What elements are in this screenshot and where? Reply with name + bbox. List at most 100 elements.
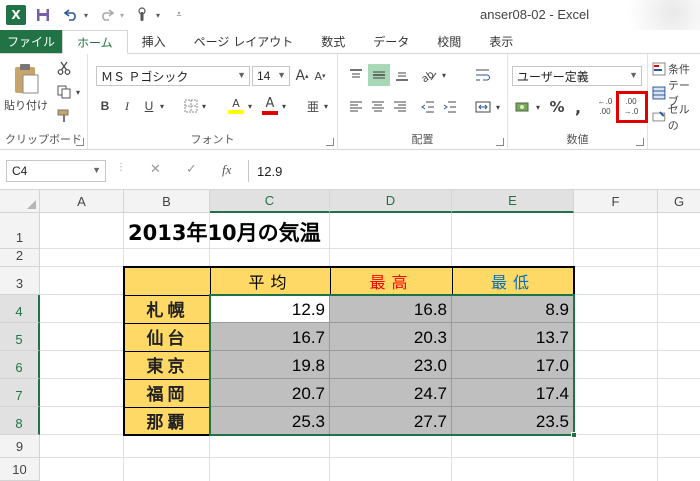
accounting-format-icon[interactable]	[512, 96, 534, 118]
header-min-cell[interactable]: 最低	[452, 267, 574, 296]
data-cell-c6[interactable]: 19.8	[210, 351, 330, 379]
data-cell-e8[interactable]: 23.5	[452, 407, 574, 435]
underline-dropdown-icon[interactable]: ▾	[158, 96, 166, 116]
column-header-g[interactable]: G	[658, 190, 700, 213]
undo-icon[interactable]	[60, 4, 82, 26]
copy-dropdown-icon[interactable]: ▾	[73, 84, 83, 100]
fill-color-icon[interactable]: A	[226, 94, 246, 118]
cut-icon[interactable]	[54, 58, 74, 78]
font-color-icon[interactable]: A	[260, 94, 280, 118]
row-header-6[interactable]: 6	[0, 351, 40, 379]
number-launcher-icon[interactable]	[636, 138, 644, 146]
tab-review[interactable]: 校閲	[423, 30, 475, 53]
phonetic-dropdown-icon[interactable]: ▾	[322, 96, 330, 116]
row-header-3[interactable]: 3	[0, 267, 40, 295]
column-header-a[interactable]: A	[40, 190, 124, 213]
data-cell-e6[interactable]: 17.0	[452, 351, 574, 379]
enter-icon[interactable]: ✓	[186, 162, 197, 177]
city-cell-tokyo[interactable]: 東京	[124, 351, 211, 380]
column-header-e[interactable]: E	[452, 190, 574, 213]
cancel-icon[interactable]: ✕	[150, 162, 161, 177]
row-header-1[interactable]: 1	[0, 213, 40, 249]
worksheet-grid[interactable]: A B C D E F G 1 2 3 4 5 6 7 8 9 10 2013年…	[0, 190, 700, 481]
city-cell-sapporo[interactable]: 札幌	[124, 295, 211, 324]
copy-icon[interactable]	[54, 82, 74, 102]
align-top-icon[interactable]	[346, 64, 366, 86]
tab-home[interactable]: ホーム	[62, 30, 128, 54]
data-cell-d6[interactable]: 23.0	[330, 351, 452, 379]
column-header-f[interactable]: F	[574, 190, 658, 213]
data-cell-e4[interactable]: 8.9	[452, 295, 574, 323]
name-box[interactable]: C4 ▼	[6, 160, 106, 182]
borders-icon[interactable]	[182, 96, 200, 116]
header-corner-cell[interactable]	[124, 267, 211, 296]
percent-style-button[interactable]: %	[548, 96, 566, 118]
grow-font-button[interactable]: A ▴	[294, 66, 310, 86]
font-size-select[interactable]: 14 ▼	[252, 66, 290, 86]
data-cell-c8[interactable]: 25.3	[210, 407, 330, 435]
merge-center-icon[interactable]	[472, 96, 494, 118]
customize-qat-icon[interactable]: ⩡	[168, 4, 190, 26]
merge-dropdown-icon[interactable]: ▾	[494, 98, 502, 116]
row-header-10[interactable]: 10	[0, 458, 40, 481]
data-cell-c7[interactable]: 20.7	[210, 379, 330, 407]
data-cell-e7[interactable]: 17.4	[452, 379, 574, 407]
tab-file[interactable]: ファイル	[0, 30, 62, 53]
data-cell-d4[interactable]: 16.8	[330, 295, 452, 323]
font-launcher-icon[interactable]	[326, 138, 334, 146]
number-format-select[interactable]: ユーザー定義 ▼	[512, 66, 642, 86]
row-header-7[interactable]: 7	[0, 379, 40, 407]
data-cell-c5[interactable]: 16.7	[210, 323, 330, 351]
data-cell-d8[interactable]: 27.7	[330, 407, 452, 435]
tab-insert[interactable]: 挿入	[128, 30, 180, 53]
row-header-9[interactable]: 9	[0, 435, 40, 458]
data-cell-c4[interactable]: 12.9	[210, 295, 330, 323]
touch-mode-icon[interactable]	[132, 4, 154, 26]
redo-icon[interactable]	[96, 4, 118, 26]
cell-styles-button[interactable]: セルの	[652, 103, 700, 132]
header-max-cell[interactable]: 最高	[330, 267, 453, 296]
insert-function-icon[interactable]: fx	[222, 162, 231, 178]
row-header-8[interactable]: 8	[0, 407, 40, 435]
column-header-d[interactable]: D	[330, 190, 452, 213]
fill-handle[interactable]	[571, 432, 577, 438]
wrap-text-icon[interactable]	[472, 64, 494, 86]
font-name-select[interactable]: ＭＳ Ｐゴシック ▼	[96, 66, 250, 86]
header-avg-cell[interactable]: 平均	[210, 267, 331, 296]
tab-formulas[interactable]: 数式	[307, 30, 359, 53]
tab-data[interactable]: データ	[359, 30, 423, 53]
decrease-indent-icon[interactable]	[418, 96, 438, 118]
city-cell-sendai[interactable]: 仙台	[124, 323, 211, 352]
borders-dropdown-icon[interactable]: ▾	[200, 96, 208, 116]
alignment-launcher-icon[interactable]	[496, 138, 504, 146]
column-header-b[interactable]: B	[124, 190, 210, 213]
orientation-dropdown-icon[interactable]: ▾	[440, 66, 448, 84]
redo-dropdown-icon[interactable]: ▾	[118, 4, 126, 26]
save-icon[interactable]	[32, 4, 54, 26]
clipboard-launcher-icon[interactable]	[76, 138, 84, 146]
comma-style-button[interactable]: ,	[570, 96, 586, 118]
touch-dropdown-icon[interactable]: ▾	[154, 4, 162, 26]
tab-page-layout[interactable]: ページ レイアウト	[180, 30, 308, 53]
city-cell-fukuoka[interactable]: 福岡	[124, 379, 211, 408]
decrease-decimal-button[interactable]: ←.0 .00	[594, 94, 616, 120]
increase-indent-icon[interactable]	[440, 96, 460, 118]
align-center-icon[interactable]	[368, 96, 388, 118]
font-color-dropdown-icon[interactable]: ▾	[280, 96, 288, 116]
tab-view[interactable]: 表示	[475, 30, 527, 53]
select-all-button[interactable]	[0, 190, 40, 213]
align-middle-icon[interactable]	[368, 64, 390, 86]
bold-button[interactable]: B	[96, 96, 114, 116]
shrink-font-button[interactable]: A ▾	[312, 66, 328, 86]
undo-dropdown-icon[interactable]: ▾	[82, 4, 90, 26]
formula-input[interactable]: 12.9	[248, 160, 700, 182]
align-bottom-icon[interactable]	[392, 64, 412, 86]
phonetic-guide-icon[interactable]: 亜	[304, 96, 322, 116]
paste-button[interactable]: 貼り付け	[4, 58, 48, 118]
underline-button[interactable]: U	[140, 96, 158, 116]
format-painter-icon[interactable]	[54, 106, 74, 126]
data-cell-e5[interactable]: 13.7	[452, 323, 574, 351]
orientation-icon[interactable]: ab	[418, 64, 440, 86]
data-cell-d5[interactable]: 20.3	[330, 323, 452, 351]
row-header-2[interactable]: 2	[0, 248, 40, 267]
